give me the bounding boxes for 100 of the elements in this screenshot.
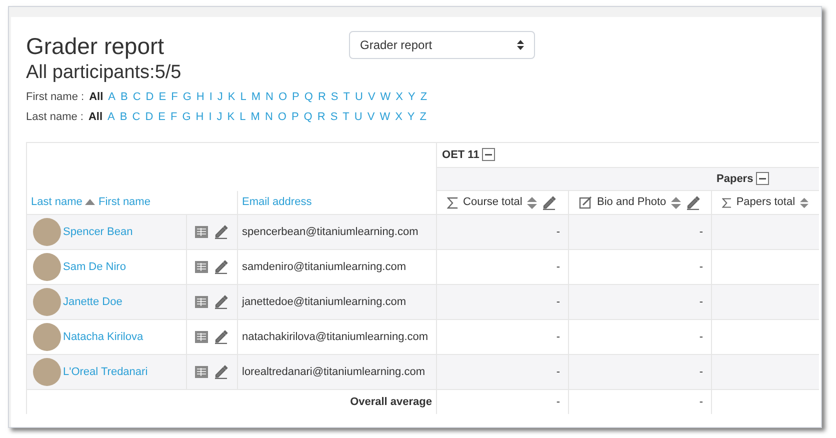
pencil-icon[interactable] [214,225,228,239]
participants-heading: All participants:5/5 [26,61,182,85]
letter-filter-link[interactable]: V [368,90,376,104]
email-cell: lorealtredanari@titaniumlearning.com [238,354,437,390]
average-cell: - [568,390,712,414]
student-name-link[interactable]: Janette Doe [63,294,122,310]
filter-label: First name : [26,90,84,104]
pencil-icon[interactable] [214,365,228,379]
letter-filter-link[interactable]: C [132,110,140,124]
sigma-icon[interactable] [722,196,732,208]
letter-filter-link[interactable]: O [278,90,288,104]
column-header-link[interactable]: Course total [463,194,522,211]
column-header-link[interactable]: Bio and Photo [597,194,666,211]
sort-ascending-icon[interactable] [85,199,96,206]
sort-icon[interactable] [800,196,809,208]
letter-filter-link[interactable]: I [208,110,212,124]
category-name: OET 11 [442,148,480,161]
sort-caret-icon [517,40,524,50]
letter-filter-link[interactable]: N [264,110,273,124]
student-name-link[interactable]: Sam De Niro [63,258,126,276]
letter-filter-link[interactable]: L [240,110,246,124]
letter-filter-link[interactable]: A [108,90,116,104]
letter-filter-link[interactable]: P [291,110,299,124]
letter-filter-link[interactable]: U [354,90,363,104]
letter-filter-link[interactable]: Z [420,90,428,104]
pencil-icon[interactable] [214,295,228,309]
overall-average-label: Overall average [26,390,437,414]
report-icon[interactable] [195,366,208,378]
collapse-icon[interactable] [756,172,770,186]
letter-filter-link[interactable]: R [318,90,326,104]
letter-filter-link[interactable]: K [227,110,235,124]
letter-filter-link[interactable]: E [158,110,166,124]
pencil-icon[interactable] [542,196,556,210]
letter-filter-link[interactable]: W [380,110,390,124]
letter-filter-link[interactable]: B [120,110,128,124]
student-name-link[interactable]: Spencer Bean [63,224,133,240]
letter-filter-link[interactable]: X [396,90,404,104]
letter-filter-link[interactable]: Q [304,90,313,104]
letter-filter-link[interactable]: Z [420,110,426,124]
letter-filter-link[interactable]: Y [407,110,415,124]
sort-link[interactable]: First name [98,196,150,208]
letter-filter-link[interactable]: M [250,110,260,124]
letter-filter-link[interactable]: J [217,90,223,104]
report-icon[interactable] [195,331,208,343]
filter-label: Last name : [26,110,84,124]
collapse-icon[interactable] [482,148,496,162]
letter-filter-link[interactable]: N [266,90,274,104]
letter-filter-link[interactable]: X [395,110,402,124]
letter-filter-link[interactable]: J [216,110,222,124]
report-icon[interactable] [195,296,208,308]
letter-filter-link[interactable]: C [132,90,141,104]
letter-filter-link[interactable]: E [158,90,166,104]
sort-link[interactable]: Last name [31,196,82,208]
letter-filter-link[interactable]: I [209,90,212,104]
letter-filter-link[interactable]: K [228,90,236,104]
sort-icon[interactable] [671,196,682,208]
letter-filter-link[interactable]: P [292,90,300,104]
letter-filter-link[interactable]: S [330,110,338,124]
student-name-link[interactable]: L'Oreal Tredanari [63,364,148,380]
sort-icon[interactable] [527,196,538,208]
letter-filter-link[interactable]: Q [304,110,312,124]
pencil-icon[interactable] [214,260,228,274]
letter-filter-link[interactable]: T [342,110,350,124]
page-title: Grader report [26,32,166,61]
pencil-icon[interactable] [214,330,228,344]
letter-filter-link[interactable]: U [354,110,362,124]
letter-filter-link[interactable]: G [182,110,191,124]
letter-filter-link[interactable]: D [146,90,154,104]
letter-filter-link[interactable]: B [120,90,128,104]
letter-filter-link[interactable]: D [145,110,154,124]
letter-filter-link[interactable]: All [89,90,104,104]
letter-filter-link[interactable]: T [343,90,350,104]
letter-filter-link[interactable]: O [278,110,286,124]
letter-filter-link[interactable]: G [182,90,192,104]
letter-filter-link[interactable]: V [367,110,375,124]
letter-filter-link[interactable]: H [196,90,204,104]
letter-filter-link[interactable]: R [317,110,326,124]
column-header-link[interactable]: Papers total [736,194,796,211]
grade-cell: - [436,354,569,390]
report-icon[interactable] [195,261,208,273]
assignment-icon[interactable] [579,196,592,209]
letter-filter-link[interactable]: Y [408,90,416,104]
letter-filter-link[interactable]: All [88,110,103,124]
report-select[interactable]: Grader report [349,31,535,59]
letter-filter-link[interactable]: L [240,90,246,104]
letter-filter-link[interactable]: M [251,90,261,104]
sigma-icon[interactable] [447,196,458,208]
average-cell: - [436,390,569,414]
student-name-link[interactable]: Natacha Kirilova [63,328,144,346]
grade-cell: - [568,354,712,390]
letter-filter-link[interactable]: F [170,110,178,124]
report-icon[interactable] [195,226,208,238]
sort-link[interactable]: Email address [242,196,312,208]
letter-filter-link[interactable]: F [171,90,178,104]
avatar-placeholder [33,253,61,281]
letter-filter-link[interactable]: H [196,110,204,124]
pencil-icon[interactable] [686,196,700,210]
letter-filter-link[interactable]: W [380,90,391,104]
letter-filter-link[interactable]: S [330,90,338,104]
letter-filter-link[interactable]: A [108,110,115,124]
